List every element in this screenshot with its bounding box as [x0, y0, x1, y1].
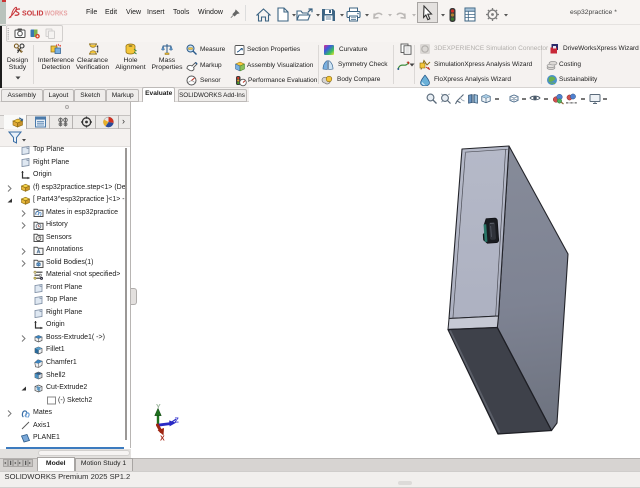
svg-text:X: X — [160, 436, 165, 443]
svg-text:Y: Y — [156, 404, 161, 411]
svg-text:Z: Z — [175, 418, 180, 425]
